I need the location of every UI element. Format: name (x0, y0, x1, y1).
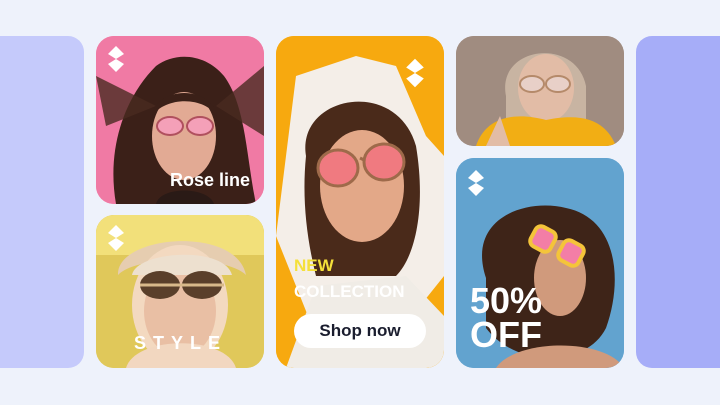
new-label: NEW (294, 256, 334, 275)
new-collection-card[interactable]: NEW COLLECTION Shop now (276, 36, 444, 368)
brand-logo-icon (106, 46, 126, 72)
right-side-panel (636, 36, 720, 368)
left-side-panel (0, 36, 84, 368)
yellow-top-card[interactable] (456, 36, 624, 146)
brand-logo-icon (404, 58, 426, 88)
sale-off: OFF (470, 314, 542, 355)
shop-now-button[interactable]: Shop now (294, 314, 426, 348)
yellow-top-photo (456, 36, 624, 146)
brand-logo-icon (106, 225, 126, 251)
style-card[interactable]: STYLE (96, 215, 264, 368)
rose-line-title: Rose line (170, 170, 251, 190)
collection-label: COLLECTION (294, 282, 405, 301)
sale-percent: 50% (470, 280, 543, 321)
rose-line-card[interactable]: Rose line (96, 36, 264, 204)
style-title: STYLE (134, 333, 228, 353)
sale-card[interactable]: 50% OFF (456, 158, 624, 368)
brand-logo-icon (466, 170, 486, 196)
